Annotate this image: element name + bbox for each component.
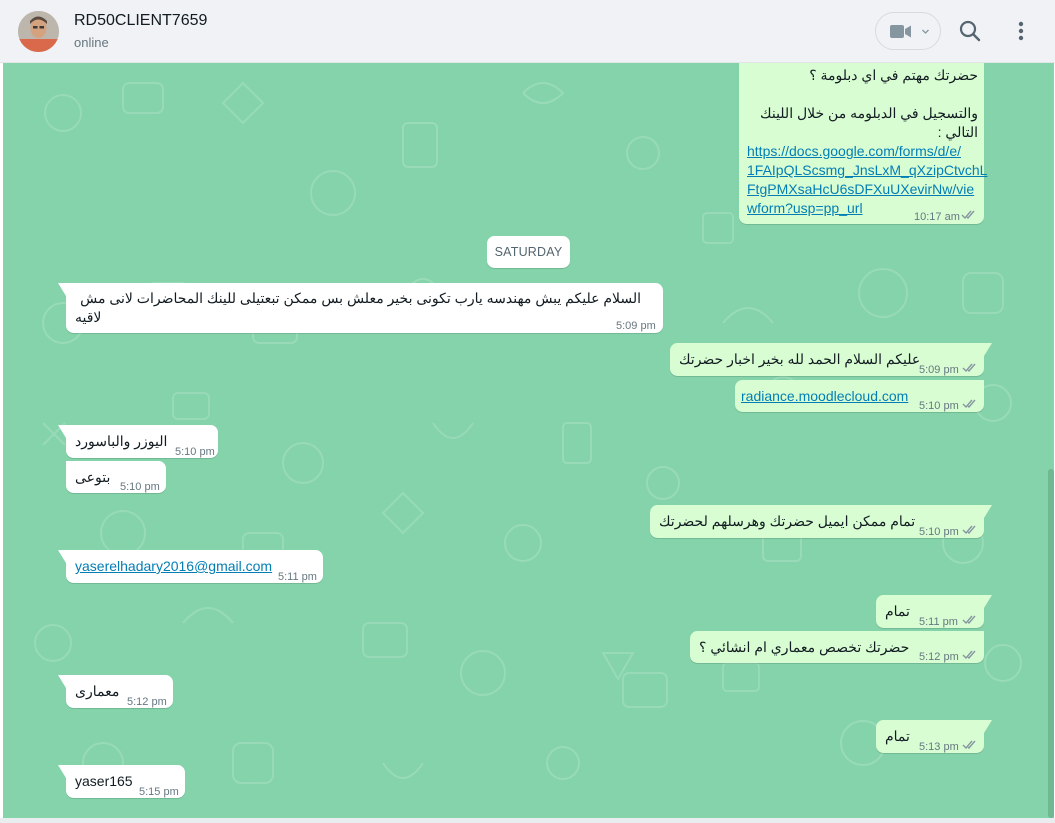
message-text: تمام [885,603,910,619]
message-time: 5:12 pm [127,696,167,708]
message-text: عليكم السلام الحمد لله بخير اخبار حضرتك [679,351,921,367]
menu-button[interactable] [1010,19,1032,43]
message-time: 5:10 pm [120,481,160,493]
message-time: 5:09 pm [919,364,959,376]
video-call-button[interactable] [875,12,941,50]
message-bubble-incoming[interactable]: yaser165 5:15 pm [58,765,185,798]
double-check-icon [962,740,976,750]
message-text: حضرتك مهتم في اي دبلومة ؟ [809,67,978,83]
chat-footer-edge [0,818,1055,823]
message-time: 10:17 am [914,211,960,223]
double-check-icon [962,399,976,409]
avatar[interactable] [18,11,59,52]
search-icon [959,20,981,42]
chat-scrollbar[interactable] [1048,469,1054,818]
message-time: 5:10 pm [175,446,215,458]
message-time: 5:10 pm [919,526,959,538]
message-text: حضرتك تخصص معماري ام انشائي ؟ [699,639,910,655]
double-check-icon [962,650,976,660]
message-bubble-outgoing[interactable]: تمام ممكن ايميل حضرتك وهرسلهم لحضرتك 5:1… [650,505,992,538]
contact-status: online [74,35,109,50]
contact-name[interactable]: RD50CLIENT7659 [74,12,207,30]
message-text: معمارى [75,683,120,699]
double-check-icon [962,525,976,535]
message-time: 5:09 pm [616,320,656,332]
message-text: تمام ممكن ايميل حضرتك وهرسلهم لحضرتك [659,513,916,529]
double-check-icon [962,363,976,373]
message-link[interactable]: wform?usp=pp_url [747,199,863,218]
message-text: والتسجيل في الدبلومه من خلال اللينك [760,105,978,121]
message-link[interactable]: yaserelhadary2016@gmail.com [75,557,272,576]
message-bubble-incoming[interactable]: بتوعى 5:10 pm [66,461,166,493]
double-check-icon [962,615,976,625]
message-text: التالي : [937,124,978,140]
more-vertical-icon [1018,21,1024,41]
message-bubble-incoming[interactable]: اليوزر والباسورد 5:10 pm [58,425,218,458]
message-link[interactable]: FtgPMXsaHcU6sDFXuUXevirNw/vie [747,180,974,199]
message-bubble-outgoing[interactable]: تمام 5:13 pm [876,720,992,753]
message-text: السلام عليكم يبش مهندسه يارب تكونى بخير … [80,290,641,306]
message-time: 5:13 pm [919,741,959,753]
message-bubble-incoming[interactable]: معمارى 5:12 pm [58,675,173,708]
message-text: yaser165 [75,773,133,789]
chat-panel: حضرتك مهتم في اي دبلومة ؟ والتسجيل في ال… [3,63,1054,818]
message-bubble-outgoing[interactable]: حضرتك تخصص معماري ام انشائي ؟ 5:12 pm [690,631,984,663]
message-link[interactable]: 1FAIpQLScsmg_JnsLxM_qXzipCtvchL [747,161,987,180]
message-time: 5:10 pm [919,400,959,412]
message-bubble-incoming[interactable]: yaserelhadary2016@gmail.com 5:11 pm [58,550,323,583]
message-text: بتوعى [75,469,111,485]
message-bubble-outgoing[interactable]: عليكم السلام الحمد لله بخير اخبار حضرتك … [670,343,992,376]
message-time: 5:12 pm [919,651,959,663]
video-camera-icon [890,25,911,38]
chat-header: RD50CLIENT7659 online [0,0,1055,63]
chevron-down-icon [922,29,929,34]
date-separator: SATURDAY [487,236,570,268]
search-button[interactable] [958,19,982,43]
message-text: اليوزر والباسورد [75,433,168,449]
message-time: 5:11 pm [919,616,958,628]
message-text: لاقيه [75,309,102,325]
message-text: تمام [885,728,910,744]
message-time: 5:11 pm [278,571,317,583]
message-bubble-outgoing[interactable]: حضرتك مهتم في اي دبلومة ؟ والتسجيل في ال… [739,63,987,224]
message-bubble-incoming[interactable]: السلام عليكم يبش مهندسه يارب تكونى بخير … [58,283,663,333]
message-link[interactable]: https://docs.google.com/forms/d/e/ [747,142,961,161]
message-bubble-outgoing[interactable]: radiance.moodlecloud.com 5:10 pm [735,380,984,412]
double-check-icon [961,210,975,220]
message-link[interactable]: radiance.moodlecloud.com [741,387,908,406]
message-bubble-outgoing[interactable]: تمام 5:11 pm [876,595,992,628]
message-time: 5:15 pm [139,786,179,798]
